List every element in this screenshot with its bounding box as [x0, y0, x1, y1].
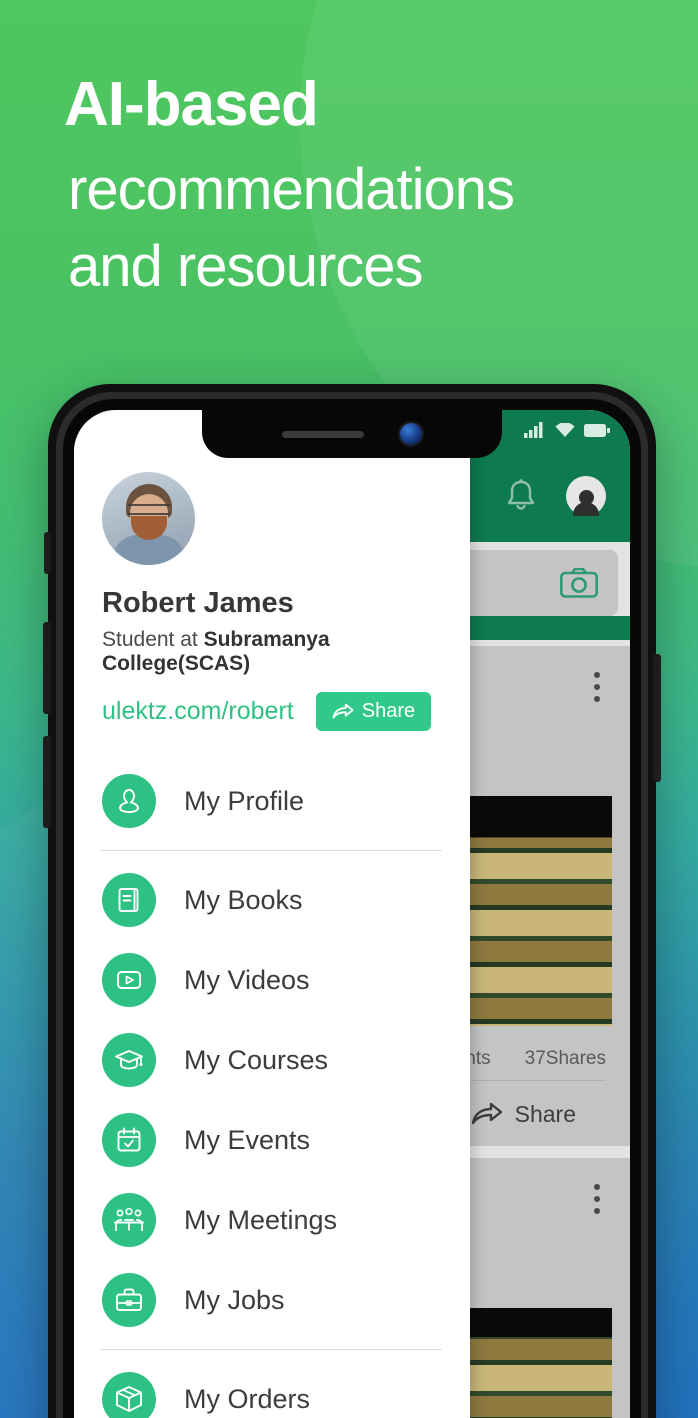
menu-item-label: My Videos [184, 964, 310, 995]
share-button[interactable]: Share [315, 692, 432, 731]
menu-item-label: My Books [184, 884, 303, 915]
phone-notch [202, 410, 502, 458]
calendar-check-icon [102, 1113, 156, 1167]
profile-link[interactable]: ulektz.com/robert [102, 697, 294, 726]
menu-item-my-profile[interactable]: My Profile [74, 761, 470, 841]
video-play-icon [102, 953, 156, 1007]
camera-icon[interactable] [560, 568, 598, 598]
earpiece-speaker [282, 430, 364, 438]
menu-item-label: My Orders [184, 1383, 311, 1414]
menu-divider [100, 1349, 442, 1350]
more-vertical-icon[interactable] [594, 1184, 600, 1214]
headline-line-3: and resources [68, 234, 424, 300]
menu-item-label: My Events [184, 1124, 311, 1155]
menu-item-my-events[interactable]: My Events [74, 1100, 470, 1180]
profile-role: Student at Subramanya College(SCAS) [102, 628, 470, 676]
menu-item-label: My Meetings [184, 1204, 338, 1235]
meeting-people-icon [102, 1193, 156, 1247]
package-box-icon [102, 1372, 156, 1418]
profile-role-prefix: Student at [102, 628, 204, 651]
menu-item-my-meetings[interactable]: My Meetings [74, 1180, 470, 1260]
avatar[interactable] [102, 472, 195, 565]
navigation-drawer: Robert James Student at Subramanya Colle… [74, 410, 470, 1418]
battery-icon [584, 423, 610, 437]
drawer-menu: My Profile My Books My Videos My Courses… [74, 761, 470, 1418]
menu-item-my-courses[interactable]: My Courses [74, 1020, 470, 1100]
user-profile-icon [102, 774, 156, 828]
menu-divider [100, 850, 442, 851]
menu-item-label: My Profile [184, 785, 305, 816]
phone-silent-switch[interactable] [44, 532, 51, 574]
graduation-cap-icon [102, 1033, 156, 1087]
phone-screen: g? xt of the ments 37Shares [74, 410, 630, 1418]
briefcase-icon [102, 1273, 156, 1327]
account-avatar-icon[interactable] [566, 476, 606, 516]
menu-item-my-books[interactable]: My Books [74, 860, 470, 940]
headline-line-1: AI-based [64, 70, 319, 139]
share-action-label: Share [514, 1100, 576, 1127]
cellular-signal-icon [524, 422, 543, 438]
menu-item-label: My Courses [184, 1044, 329, 1075]
drawer-profile-header: Robert James Student at Subramanya Colle… [74, 410, 470, 731]
phone-power-button[interactable] [653, 654, 661, 782]
share-button-label: Share [361, 700, 416, 722]
share-arrow-icon [471, 1102, 502, 1125]
promo-headline: AI-based recommendations and resources [64, 72, 684, 305]
menu-item-my-orders[interactable]: My Orders [74, 1359, 470, 1418]
profile-link-row: ulektz.com/robert Share [102, 692, 470, 731]
phone-mockup: g? xt of the ments 37Shares [43, 384, 661, 1418]
more-vertical-icon[interactable] [594, 672, 600, 702]
profile-name: Robert James [102, 587, 294, 619]
share-arrow-icon [332, 703, 354, 719]
headline-line-2: recommendations [68, 157, 515, 223]
menu-item-my-videos[interactable]: My Videos [74, 940, 470, 1020]
phone-volume-down-button[interactable] [43, 736, 51, 828]
menu-item-label: My Jobs [184, 1284, 285, 1315]
shares-count: 37Shares [524, 1048, 606, 1069]
bell-icon[interactable] [504, 478, 538, 514]
front-camera-icon [400, 423, 422, 445]
book-icon [102, 873, 156, 927]
wifi-icon [555, 422, 575, 437]
phone-volume-up-button[interactable] [43, 622, 51, 714]
menu-item-my-jobs[interactable]: My Jobs [74, 1260, 470, 1340]
